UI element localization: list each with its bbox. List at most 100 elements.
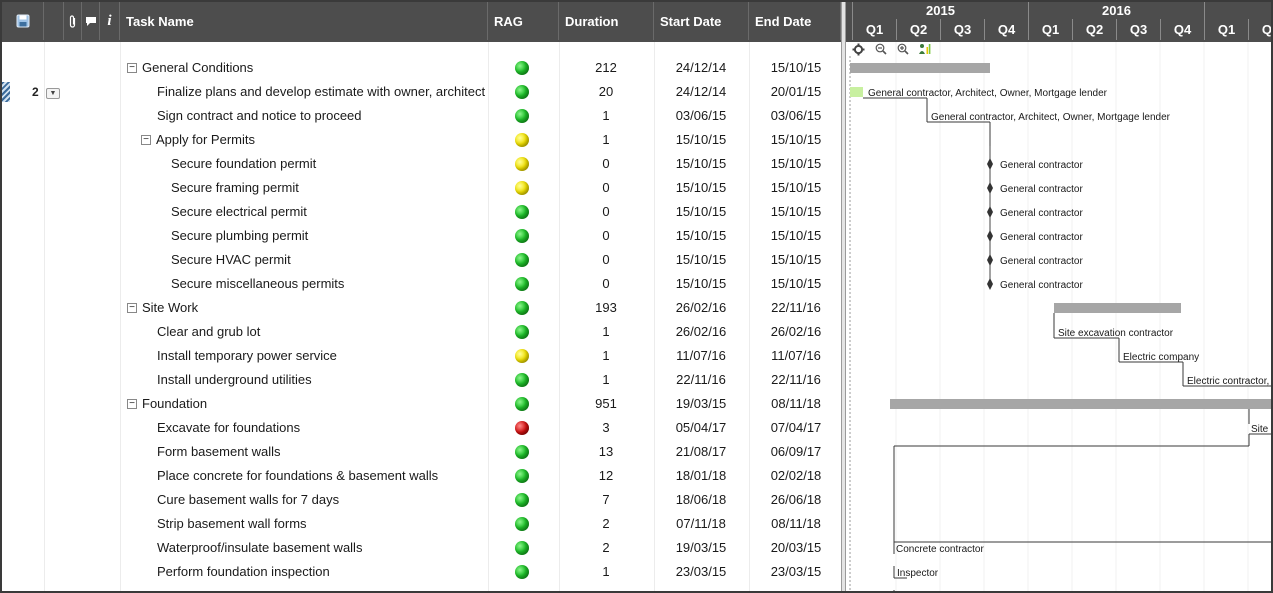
summary-bar[interactable] xyxy=(890,399,1273,409)
rag-status-yellow-icon[interactable] xyxy=(515,157,529,171)
task-name[interactable]: Form basement walls xyxy=(157,440,281,464)
task-row[interactable]: Clear and grub lot 1 26/02/16 26/02/16 xyxy=(2,320,841,344)
rag-status-red-icon[interactable] xyxy=(515,421,529,435)
task-name[interactable]: Secure HVAC permit xyxy=(171,248,291,272)
start-date-cell[interactable]: 26/02/16 xyxy=(655,320,747,344)
save-icon[interactable] xyxy=(2,2,44,40)
end-date-cell[interactable]: 15/10/15 xyxy=(750,200,842,224)
task-name[interactable]: Cure basement walls for 7 days xyxy=(157,488,339,512)
start-date-cell[interactable]: 15/10/15 xyxy=(655,152,747,176)
end-date-cell[interactable]: 08/11/18 xyxy=(750,392,842,416)
rag-status-yellow-icon[interactable] xyxy=(515,349,529,363)
start-date-cell[interactable]: 24/12/14 xyxy=(655,80,747,104)
collapse-toggle-icon[interactable]: − xyxy=(127,398,137,409)
duration-cell[interactable]: 193 xyxy=(560,296,652,320)
summary-task-name[interactable]: − Apply for Permits xyxy=(141,128,255,152)
rag-status-green-icon[interactable] xyxy=(515,205,529,219)
row-number[interactable] xyxy=(2,128,44,152)
collapse-toggle-icon[interactable]: − xyxy=(141,134,151,145)
task-row[interactable]: Secure electrical permit 0 15/10/15 15/10/1… xyxy=(2,200,841,224)
task-row[interactable]: Cure basement walls for 7 days 7 18/06/18 2… xyxy=(2,488,841,512)
end-date-cell[interactable]: 07/04/17 xyxy=(750,416,842,440)
end-date-cell[interactable]: 15/10/15 xyxy=(750,152,842,176)
duration-cell[interactable]: 1 xyxy=(560,368,652,392)
rag-status-green-icon[interactable] xyxy=(515,229,529,243)
start-date-cell[interactable]: 15/10/15 xyxy=(655,200,747,224)
rag-status-green-icon[interactable] xyxy=(515,373,529,387)
task-row[interactable]: Place concrete for foundations & basemen… xyxy=(2,464,841,488)
row-number[interactable] xyxy=(2,152,44,176)
start-date-cell[interactable]: 15/10/15 xyxy=(655,176,747,200)
start-date-cell[interactable]: 26/02/16 xyxy=(655,296,747,320)
row-number[interactable] xyxy=(2,368,44,392)
task-bar[interactable] xyxy=(850,87,863,97)
end-date-cell[interactable]: 02/02/18 xyxy=(750,464,842,488)
start-date-cell[interactable]: 15/10/15 xyxy=(655,224,747,248)
row-number[interactable] xyxy=(2,104,44,128)
task-row[interactable]: − Site Work 193 26/02/16 22/11/16 xyxy=(2,296,841,320)
summary-task-name[interactable]: − Site Work xyxy=(127,296,198,320)
end-date-cell[interactable]: 06/09/17 xyxy=(750,440,842,464)
task-name[interactable]: Secure electrical permit xyxy=(171,200,307,224)
row-number[interactable] xyxy=(2,56,44,80)
rag-status-green-icon[interactable] xyxy=(515,541,529,555)
task-row[interactable]: 2 Finalize plans and develop estimate wit… xyxy=(2,80,841,104)
start-date-cell[interactable]: 15/10/15 xyxy=(655,128,747,152)
rag-status-green-icon[interactable] xyxy=(515,61,529,75)
end-date-cell[interactable]: 03/06/15 xyxy=(750,104,842,128)
task-name[interactable]: Secure plumbing permit xyxy=(171,224,308,248)
summary-task-name[interactable]: − General Conditions xyxy=(127,56,253,80)
end-date-cell[interactable]: 15/10/15 xyxy=(750,272,842,296)
rag-status-green-icon[interactable] xyxy=(515,445,529,459)
start-date-cell[interactable]: 18/01/18 xyxy=(655,464,747,488)
start-date-cell[interactable]: 24/12/14 xyxy=(655,56,747,80)
duration-cell[interactable]: 0 xyxy=(560,272,652,296)
duration-cell[interactable]: 0 xyxy=(560,224,652,248)
row-number[interactable] xyxy=(2,224,44,248)
end-date-cell[interactable]: 22/11/16 xyxy=(750,296,842,320)
comment-icon[interactable] xyxy=(82,2,100,40)
rag-status-green-icon[interactable] xyxy=(515,253,529,267)
end-date-cell[interactable]: 08/11/18 xyxy=(750,512,842,536)
row-selection-marker[interactable] xyxy=(2,82,10,102)
task-row[interactable]: − Foundation 951 19/03/15 08/11/18 xyxy=(2,392,841,416)
end-date-cell[interactable]: 20/01/15 xyxy=(750,80,842,104)
task-name[interactable]: Install temporary power service xyxy=(157,344,337,368)
task-name[interactable]: Waterproof/insulate basement walls xyxy=(157,536,362,560)
start-date-cell[interactable]: 07/11/18 xyxy=(655,512,747,536)
rag-status-green-icon[interactable] xyxy=(515,325,529,339)
task-name[interactable]: Clear and grub lot xyxy=(157,320,260,344)
duration-cell[interactable]: 1 xyxy=(560,560,652,584)
start-date-cell[interactable]: 21/08/17 xyxy=(655,440,747,464)
task-row[interactable]: Perform foundation inspection 1 23/03/15 23… xyxy=(2,560,841,584)
task-name[interactable]: Install underground utilities xyxy=(157,368,312,392)
start-date-cell[interactable]: 19/03/15 xyxy=(655,536,747,560)
end-date-cell[interactable]: 15/10/15 xyxy=(750,56,842,80)
duration-cell[interactable]: 1 xyxy=(560,320,652,344)
row-number[interactable] xyxy=(2,560,44,584)
task-row[interactable]: Strip basement wall forms 2 07/11/18 08/11/… xyxy=(2,512,841,536)
task-row[interactable]: Secure foundation permit 0 15/10/15 15/10/1… xyxy=(2,152,841,176)
attachment-icon[interactable] xyxy=(64,2,82,40)
task-row[interactable]: Secure HVAC permit 0 15/10/15 15/10/15 xyxy=(2,248,841,272)
settings-icon[interactable] xyxy=(852,43,865,56)
row-number[interactable] xyxy=(2,200,44,224)
duration-cell[interactable]: 1 xyxy=(560,344,652,368)
end-date-cell[interactable]: 23/03/15 xyxy=(750,560,842,584)
start-date-cell[interactable]: 23/03/15 xyxy=(655,560,747,584)
task-row[interactable]: Waterproof/insulate basement walls 2 19/03… xyxy=(2,536,841,560)
collapse-toggle-icon[interactable]: − xyxy=(127,62,137,73)
end-date-cell[interactable]: 15/10/15 xyxy=(750,224,842,248)
row-number[interactable] xyxy=(2,176,44,200)
duration-cell[interactable]: 3 xyxy=(560,416,652,440)
row-number[interactable] xyxy=(2,296,44,320)
rag-status-green-icon[interactable] xyxy=(515,565,529,579)
start-date-cell[interactable]: 03/06/15 xyxy=(655,104,747,128)
summary-bar[interactable] xyxy=(1054,303,1181,313)
task-name[interactable]: Secure foundation permit xyxy=(171,152,316,176)
duration-cell[interactable]: 951 xyxy=(560,392,652,416)
rag-status-yellow-icon[interactable] xyxy=(515,133,529,147)
end-date-cell[interactable]: 15/10/15 xyxy=(750,176,842,200)
row-number[interactable] xyxy=(2,416,44,440)
panel-splitter[interactable] xyxy=(841,2,846,591)
